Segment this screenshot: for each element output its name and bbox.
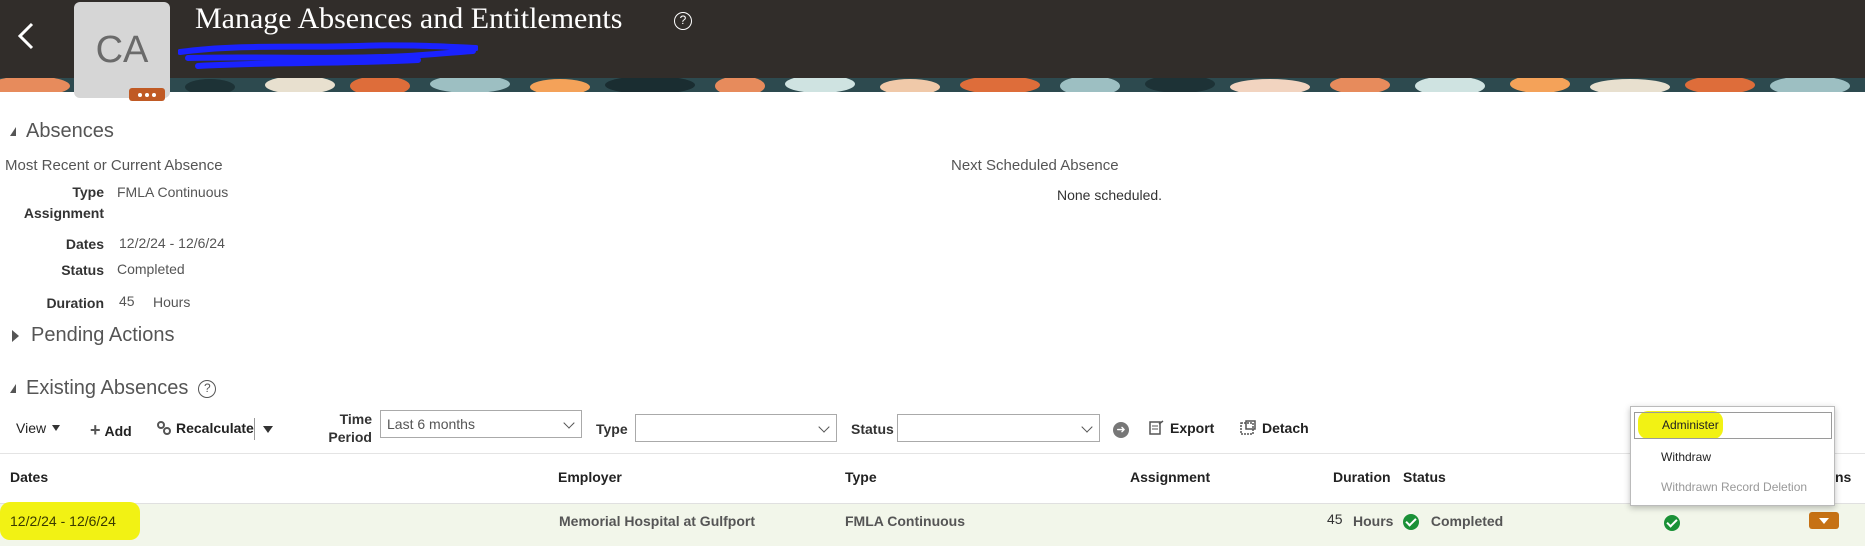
- next-absence-heading: Next Scheduled Absence: [951, 157, 1119, 174]
- toolbar-divider: [254, 418, 255, 440]
- view-menu-button[interactable]: View: [16, 420, 61, 436]
- redaction-scribble: [178, 42, 478, 69]
- dates-value: 12/2/24 - 12/6/24: [119, 235, 225, 251]
- chevron-down-icon: [563, 417, 575, 429]
- column-header-actions-partial: ns: [1835, 469, 1852, 485]
- time-period-label: Time Period: [320, 410, 372, 446]
- duration-value: 45: [119, 293, 135, 309]
- row-duration: 45: [1327, 511, 1343, 527]
- status-label: Status: [61, 262, 104, 278]
- gears-icon: [157, 421, 171, 435]
- type-value: FMLA Continuous: [117, 184, 229, 200]
- status-filter-label: Status: [851, 421, 894, 437]
- menu-item-withdraw[interactable]: Withdraw: [1631, 450, 1834, 464]
- back-chevron-icon[interactable]: [12, 16, 42, 56]
- row-status-label: Completed: [1430, 513, 1504, 529]
- table-top-divider: [0, 453, 1865, 454]
- header-banner: [0, 78, 1865, 92]
- column-header-employer[interactable]: Employer: [558, 469, 622, 485]
- dates-start: 12/2/24: [119, 235, 166, 251]
- check-circle-icon: [1403, 514, 1419, 531]
- add-label: Add: [104, 422, 132, 439]
- row-duration-unit: Hours: [1353, 513, 1394, 529]
- detach-icon: [1240, 420, 1256, 435]
- time-period-label-line1: Time: [339, 411, 372, 427]
- absences-section-header[interactable]: Absences: [10, 120, 114, 143]
- help-icon[interactable]: ?: [198, 379, 217, 398]
- collapse-triangle-icon: [10, 384, 16, 393]
- dates-label: Dates: [65, 236, 104, 252]
- chevron-down-icon: [818, 421, 830, 433]
- time-period-label-line2: Period: [328, 429, 372, 445]
- type-filter-label: Type: [596, 421, 628, 437]
- avatar: CA: [74, 2, 170, 98]
- time-period-value: Last 6 months: [387, 416, 475, 432]
- plus-icon: +: [90, 420, 101, 440]
- page-header: Manage Absences and Entitlements ?: [0, 0, 1865, 92]
- check-circle-icon: [1664, 514, 1680, 531]
- time-period-select[interactable]: Last 6 months: [380, 410, 582, 438]
- dates-end: 12/6/24: [178, 235, 225, 251]
- recent-absence-heading: Most Recent or Current Absence: [5, 157, 223, 174]
- row-action-status: [1664, 514, 1680, 532]
- expand-triangle-icon: [12, 329, 19, 342]
- collapse-triangle-icon: [10, 127, 16, 136]
- row-employer: Memorial Hospital at Gulfport: [559, 513, 756, 529]
- status-value: Completed: [117, 261, 185, 277]
- help-icon[interactable]: ?: [674, 12, 692, 30]
- duration-label: Duration: [46, 295, 104, 311]
- type-label: Type: [72, 184, 104, 200]
- duration-unit: Hours: [153, 294, 191, 310]
- row-type: FMLA Continuous: [845, 513, 966, 529]
- column-header-type[interactable]: Type: [845, 469, 877, 485]
- type-filter-select[interactable]: [635, 414, 837, 442]
- detach-button[interactable]: Detach: [1240, 420, 1309, 436]
- menu-item-withdrawn-record-deletion: Withdrawn Record Deletion: [1661, 480, 1808, 494]
- page-title: Manage Absences and Entitlements: [195, 2, 623, 35]
- next-absence-value: None scheduled.: [1057, 187, 1163, 203]
- row-dates-link[interactable]: 12/2/24 - 12/6/24: [10, 513, 116, 529]
- pending-actions-header[interactable]: Pending Actions: [12, 324, 174, 347]
- export-icon: [1149, 420, 1164, 435]
- existing-absences-title: Existing Absences: [26, 377, 189, 399]
- absences-section-title: Absences: [26, 120, 114, 142]
- view-label: View: [16, 420, 47, 436]
- export-label: Export: [1170, 420, 1215, 436]
- recalculate-label: Recalculate: [176, 420, 254, 436]
- chevron-down-icon: [1081, 421, 1093, 433]
- avatar-more-button[interactable]: [129, 88, 165, 101]
- go-arrow-icon[interactable]: ➜: [1113, 422, 1129, 438]
- row-status: Completed: [1403, 513, 1504, 531]
- dates-separator: -: [169, 235, 175, 251]
- pending-actions-title: Pending Actions: [31, 324, 175, 346]
- assignment-label: Assignment: [23, 205, 104, 221]
- existing-absences-header[interactable]: Existing Absences ?: [10, 377, 217, 400]
- recalculate-dropdown-arrow-icon[interactable]: [263, 426, 273, 433]
- export-button[interactable]: Export: [1148, 420, 1214, 436]
- dropdown-arrow-icon: [52, 425, 61, 431]
- column-header-dates[interactable]: Dates: [10, 469, 48, 485]
- column-header-status[interactable]: Status: [1403, 469, 1446, 485]
- recalculate-button[interactable]: Recalculate: [156, 420, 254, 436]
- column-header-assignment[interactable]: Assignment: [1130, 469, 1210, 485]
- row-actions-dropdown-button[interactable]: [1809, 512, 1839, 529]
- add-button[interactable]: + Add: [90, 420, 132, 441]
- menu-item-administer[interactable]: Administer: [1634, 412, 1832, 439]
- column-header-duration[interactable]: Duration: [1333, 469, 1391, 485]
- actions-menu: Administer Withdraw Withdrawn Record Del…: [1630, 406, 1835, 506]
- status-filter-select[interactable]: [897, 414, 1100, 442]
- detach-label: Detach: [1262, 420, 1309, 436]
